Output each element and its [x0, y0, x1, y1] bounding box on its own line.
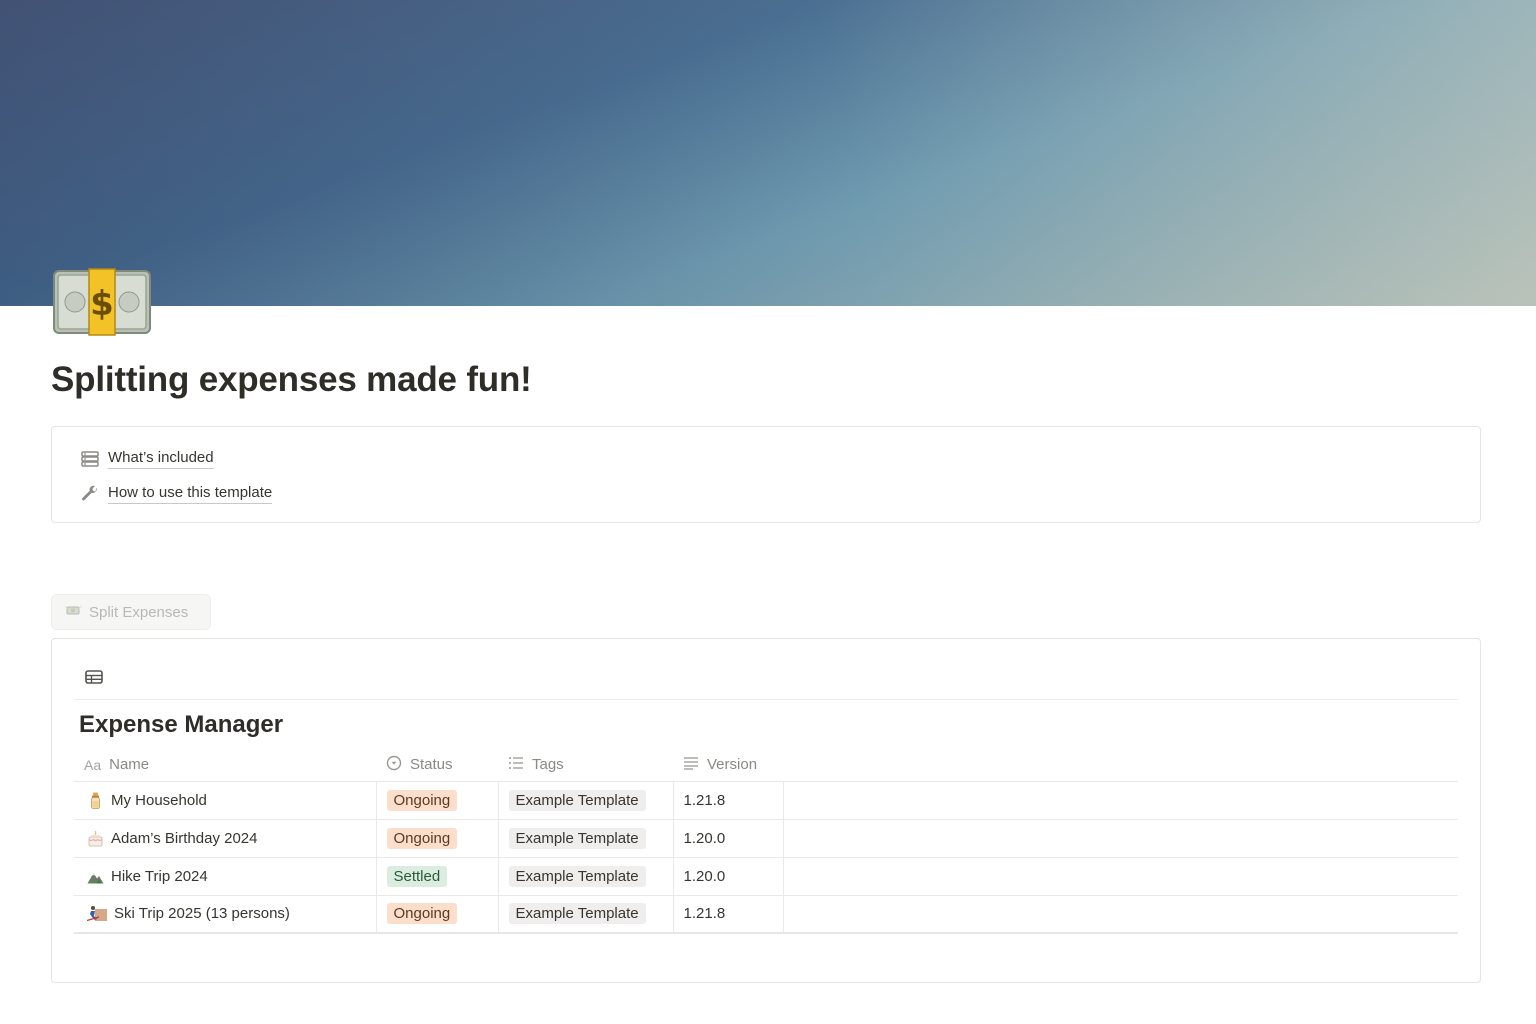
version-cell[interactable]: 1.21.8: [673, 895, 784, 934]
version-cell[interactable]: 1.20.0: [673, 819, 784, 858]
row-name[interactable]: Ski Trip 2025 (13 persons): [114, 905, 290, 922]
database-title[interactable]: Expense Manager: [79, 711, 283, 739]
split-expenses-button[interactable]: Split Expenses: [51, 594, 211, 630]
empty-cell: [783, 781, 1458, 820]
toc-item-how-to-use[interactable]: How to use this template: [80, 483, 273, 505]
empty-cell: [783, 857, 1458, 896]
version-cell[interactable]: 1.20.0: [673, 857, 784, 896]
empty-cell: [783, 895, 1458, 934]
list-icon: [508, 756, 524, 774]
empty-cell: [783, 819, 1458, 858]
baby-bottle-icon: [87, 792, 104, 809]
status-badge[interactable]: Ongoing: [386, 903, 458, 925]
table-row[interactable]: Ski Trip 2025 (13 persons) Ongoing Examp…: [74, 895, 1458, 934]
column-header-spacer: [783, 749, 1458, 782]
table-of-contents: What’s included How to use this template: [51, 426, 1481, 523]
split-expenses-label: Split Expenses: [89, 603, 189, 621]
status-badge[interactable]: Ongoing: [386, 789, 458, 811]
mountain-icon: [87, 868, 104, 885]
skier-icon: [86, 905, 107, 922]
tag-badge[interactable]: Example Template: [508, 827, 646, 849]
toc-item-label[interactable]: What’s included: [108, 449, 214, 469]
expense-manager-database: Expense Manager Aa Name Status Tags Vers…: [51, 638, 1481, 983]
row-name[interactable]: Hike Trip 2024: [111, 868, 208, 885]
page-cover-image[interactable]: [0, 0, 1536, 306]
tag-badge[interactable]: Example Template: [508, 903, 646, 925]
column-header-version[interactable]: Version: [673, 749, 783, 782]
wrench-icon: [80, 485, 99, 504]
money-dollar-bill-icon[interactable]: $: [53, 268, 151, 336]
tag-badge[interactable]: Example Template: [508, 789, 646, 811]
database-stack-icon: [80, 450, 99, 469]
version-cell[interactable]: 1.21.8: [673, 781, 784, 820]
birthday-cake-icon: [87, 830, 104, 847]
tag-badge[interactable]: Example Template: [508, 865, 646, 887]
status-badge[interactable]: Ongoing: [386, 827, 458, 849]
table-row[interactable]: Hike Trip 2024 Settled Example Template …: [74, 857, 1458, 896]
status-circle-icon: [386, 755, 402, 775]
row-name[interactable]: Adam’s Birthday 2024: [111, 830, 257, 847]
text-aa-icon: Aa: [84, 756, 102, 773]
row-name[interactable]: My Household: [111, 792, 207, 809]
table-row[interactable]: Adam’s Birthday 2024 Ongoing Example Tem…: [74, 819, 1458, 858]
column-header-name[interactable]: Aa Name: [74, 749, 376, 782]
column-header-status[interactable]: Status: [376, 749, 498, 782]
toc-item-whats-included[interactable]: What’s included: [80, 448, 214, 470]
toc-item-label[interactable]: How to use this template: [108, 484, 273, 504]
status-badge[interactable]: Settled: [386, 865, 448, 887]
money-wings-icon: [64, 603, 82, 621]
text-lines-icon: [683, 756, 699, 774]
table-icon[interactable]: [84, 667, 104, 687]
page-title[interactable]: Splitting expenses made fun!: [51, 360, 532, 400]
expense-table: Aa Name Status Tags Version My Household…: [74, 749, 1458, 934]
table-row[interactable]: My Household Ongoing Example Template 1.…: [74, 781, 1458, 820]
column-header-tags[interactable]: Tags: [498, 749, 673, 782]
svg-text:$: $: [90, 284, 114, 324]
view-divider: [74, 699, 1458, 700]
